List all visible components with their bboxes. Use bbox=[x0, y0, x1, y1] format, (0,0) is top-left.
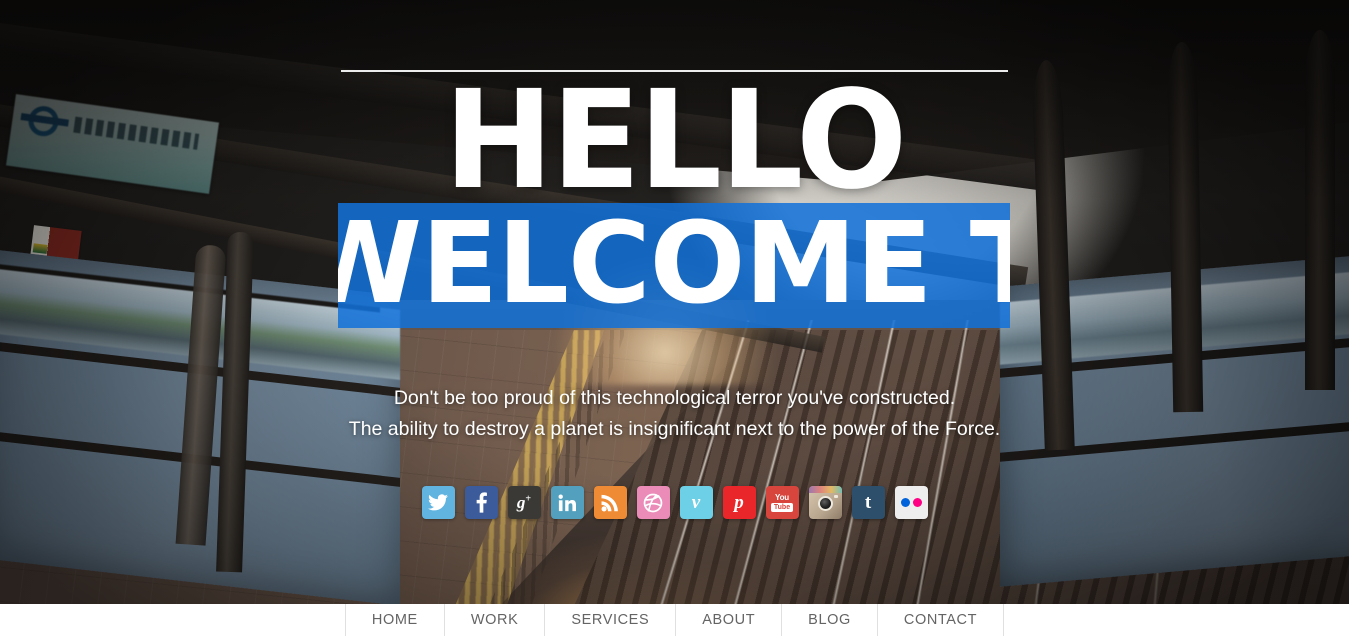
main-navigation: HOME WORK SERVICES ABOUT BLOG CONTACT bbox=[0, 604, 1349, 636]
vimeo-icon: v bbox=[691, 492, 701, 513]
social-link-linkedin[interactable] bbox=[550, 486, 584, 519]
social-link-pinterest[interactable]: p bbox=[722, 486, 756, 519]
social-links: g+ v p You Tube t bbox=[0, 486, 1349, 519]
rss-icon bbox=[601, 494, 618, 511]
nav-item-services[interactable]: SERVICES bbox=[544, 604, 675, 636]
facebook-icon bbox=[476, 492, 487, 513]
linkedin-icon bbox=[558, 494, 576, 511]
social-link-flickr[interactable] bbox=[894, 486, 928, 519]
tumblr-icon: t bbox=[864, 492, 872, 513]
nav-item-about[interactable]: ABOUT bbox=[675, 604, 781, 636]
hero-subtitle-line-2: The ability to destroy a planet is insig… bbox=[348, 418, 1001, 440]
youtube-icon: You Tube bbox=[770, 493, 794, 512]
nav-item-contact[interactable]: CONTACT bbox=[876, 604, 1005, 636]
hero-heading-banner: WELCOME TO SCRN bbox=[338, 203, 1010, 328]
hero-subtitle: Don't be too proud of this technological… bbox=[0, 383, 1349, 445]
hero-subtitle-line-1: Don't be too proud of this technological… bbox=[393, 387, 956, 409]
social-link-dribbble[interactable] bbox=[636, 486, 670, 519]
social-link-vimeo[interactable]: v bbox=[679, 486, 713, 519]
hero-section: HELLO WELCOME TO SCRN Don't be too proud… bbox=[0, 0, 1349, 636]
flickr-icon bbox=[900, 498, 922, 507]
nav-item-work[interactable]: WORK bbox=[443, 604, 545, 636]
hero-heading-secondary: WELCOME TO SCRN bbox=[338, 203, 1010, 328]
social-link-tumblr[interactable]: t bbox=[851, 486, 885, 519]
navigation-items: HOME WORK SERVICES ABOUT BLOG CONTACT bbox=[344, 604, 1005, 636]
social-link-googleplus[interactable]: g+ bbox=[507, 486, 541, 519]
social-link-rss[interactable] bbox=[593, 486, 627, 519]
hero-heading-primary: HELLO bbox=[443, 62, 907, 220]
nav-item-home[interactable]: HOME bbox=[344, 604, 444, 636]
dribbble-icon bbox=[643, 493, 663, 512]
social-link-instagram[interactable] bbox=[808, 486, 842, 519]
social-link-facebook[interactable] bbox=[464, 486, 498, 519]
google-plus-icon: g+ bbox=[516, 493, 532, 512]
social-link-twitter[interactable] bbox=[421, 486, 455, 519]
hero-content: HELLO WELCOME TO SCRN Don't be too proud… bbox=[0, 0, 1349, 636]
twitter-icon bbox=[428, 494, 448, 511]
pinterest-icon: p bbox=[734, 492, 744, 513]
instagram-icon bbox=[808, 486, 842, 519]
nav-item-blog[interactable]: BLOG bbox=[781, 604, 877, 636]
social-link-youtube[interactable]: You Tube bbox=[765, 486, 799, 519]
